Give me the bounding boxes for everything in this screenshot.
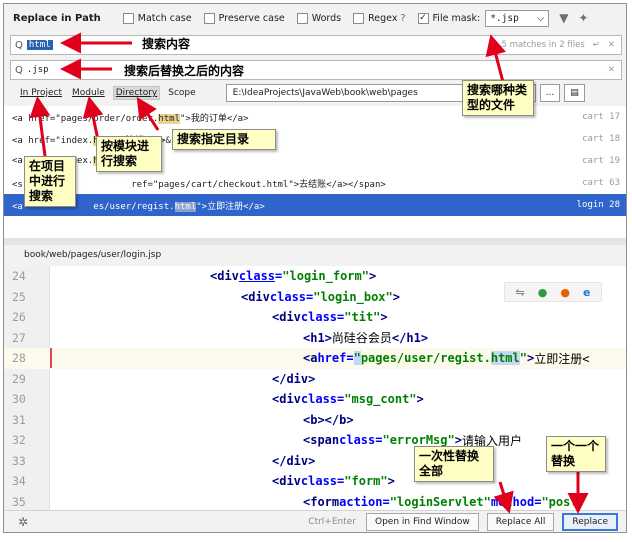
file-mask-select[interactable]: *.jsp ⌵ [485, 9, 550, 27]
replace-icon: Q [15, 64, 23, 76]
dialog-title: Replace in Path [13, 12, 101, 24]
tab-directory[interactable]: Directory [112, 86, 161, 100]
recursive-icon[interactable]: ▤ [564, 84, 585, 102]
tab-module[interactable]: Module [70, 87, 107, 99]
search-input[interactable]: Q html 5 matches in 2 files ↵ ✕ [10, 35, 622, 55]
results-list: <a href="pages/order/order.html">我的订单</a… [4, 106, 626, 238]
match-count: 5 matches in 2 files [501, 40, 585, 50]
preview-icon[interactable]: ⇋ [516, 286, 525, 299]
code-line: 32 <span class= "errorMsg" > 请输入用户 [12, 433, 522, 448]
replace-input[interactable]: Q .jsp ✕ [10, 60, 622, 80]
newline-icon[interactable]: ↵ [593, 40, 600, 50]
ie-icon[interactable]: e [583, 286, 590, 299]
note-search-content: 搜索内容 [142, 37, 191, 51]
replace-all-button[interactable]: Replace All [486, 512, 555, 531]
code-line: 31 <b></b> [12, 412, 354, 427]
pin-icon[interactable]: ✦ [578, 11, 588, 25]
code-line: 30 <div class= "msg_cont" > [12, 392, 424, 407]
open-in-find-window-button[interactable]: Open in Find Window [366, 512, 479, 531]
browser-preview-bar: ⇋ ● ● e [504, 282, 602, 302]
search-icon: Q [15, 39, 23, 51]
code-preview: 24 <div class = "login_form" > 25 <div class=… [4, 266, 626, 512]
words-checkbox[interactable]: Words [296, 12, 341, 24]
note-search-dir: 搜索指定目录 [172, 129, 276, 150]
splitter[interactable] [4, 238, 626, 245]
gear-icon[interactable]: ✲ [18, 515, 28, 529]
note-replace-one: 一个一个替换 [546, 436, 606, 472]
firefox-icon[interactable]: ● [560, 286, 570, 299]
bottom-bar: ✲ Ctrl+Enter Open in Find Window Replace… [4, 510, 626, 532]
tab-in-project[interactable]: In Project [18, 87, 64, 99]
code-line: 34 <div class= "form" > [12, 474, 395, 489]
regex-help-icon[interactable]: ? [400, 13, 405, 24]
note-in-project: 在项目中进行搜索 [24, 156, 76, 207]
note-by-module: 按模块进行搜索 [96, 136, 162, 172]
dialog-toolbar: Replace in Path Match case Preserve case… [4, 4, 626, 32]
code-line: 33 </div> [12, 453, 316, 468]
change-marker [50, 348, 52, 368]
footer-strip [0, 535, 632, 542]
list-item-selected[interactable]: <a es/user/regist.html">立即注册</a> login 28 [4, 194, 626, 216]
code-line-current: 28 <a href= "pages/user/regist.html" > 立即注册< [4, 348, 626, 369]
code-line: 29 </div> [12, 371, 316, 386]
preserve-case-checkbox[interactable]: Preserve case [203, 12, 285, 24]
preview-file-path: book/web/pages/user/login.jsp [4, 245, 626, 264]
filter-icon[interactable]: ▼ [559, 11, 568, 25]
tab-scope[interactable]: Scope [166, 87, 197, 99]
code-line: 26 <div class= "tit" > [12, 310, 388, 325]
note-file-types: 搜索哪种类型的文件 [462, 80, 534, 116]
chrome-icon[interactable]: ● [538, 286, 548, 299]
list-item[interactable]: <s"ca ref="pages/cart/checkout.html">去结账… [4, 172, 626, 194]
browse-button[interactable]: ... [539, 84, 561, 102]
chevron-down-icon: ⌵ [536, 12, 545, 24]
note-replace-content: 搜索后替换之后的内容 [124, 64, 245, 78]
clear-search-icon[interactable]: ✕ [608, 40, 615, 50]
note-replace-all: 一次性替换全部 [414, 446, 494, 482]
code-line: 27 <h1> 尚硅谷会员 </h1> [12, 330, 429, 346]
clear-replace-icon[interactable]: ✕ [608, 65, 615, 75]
regex-checkbox[interactable]: Regex? [353, 12, 406, 24]
replace-button[interactable]: Replace [562, 512, 618, 531]
match-case-checkbox[interactable]: Match case [122, 12, 192, 24]
code-line: 35 <form action= "loginServlet" method= "po… [12, 494, 585, 509]
file-mask-checkbox[interactable]: ✓ File mask: [417, 12, 480, 24]
